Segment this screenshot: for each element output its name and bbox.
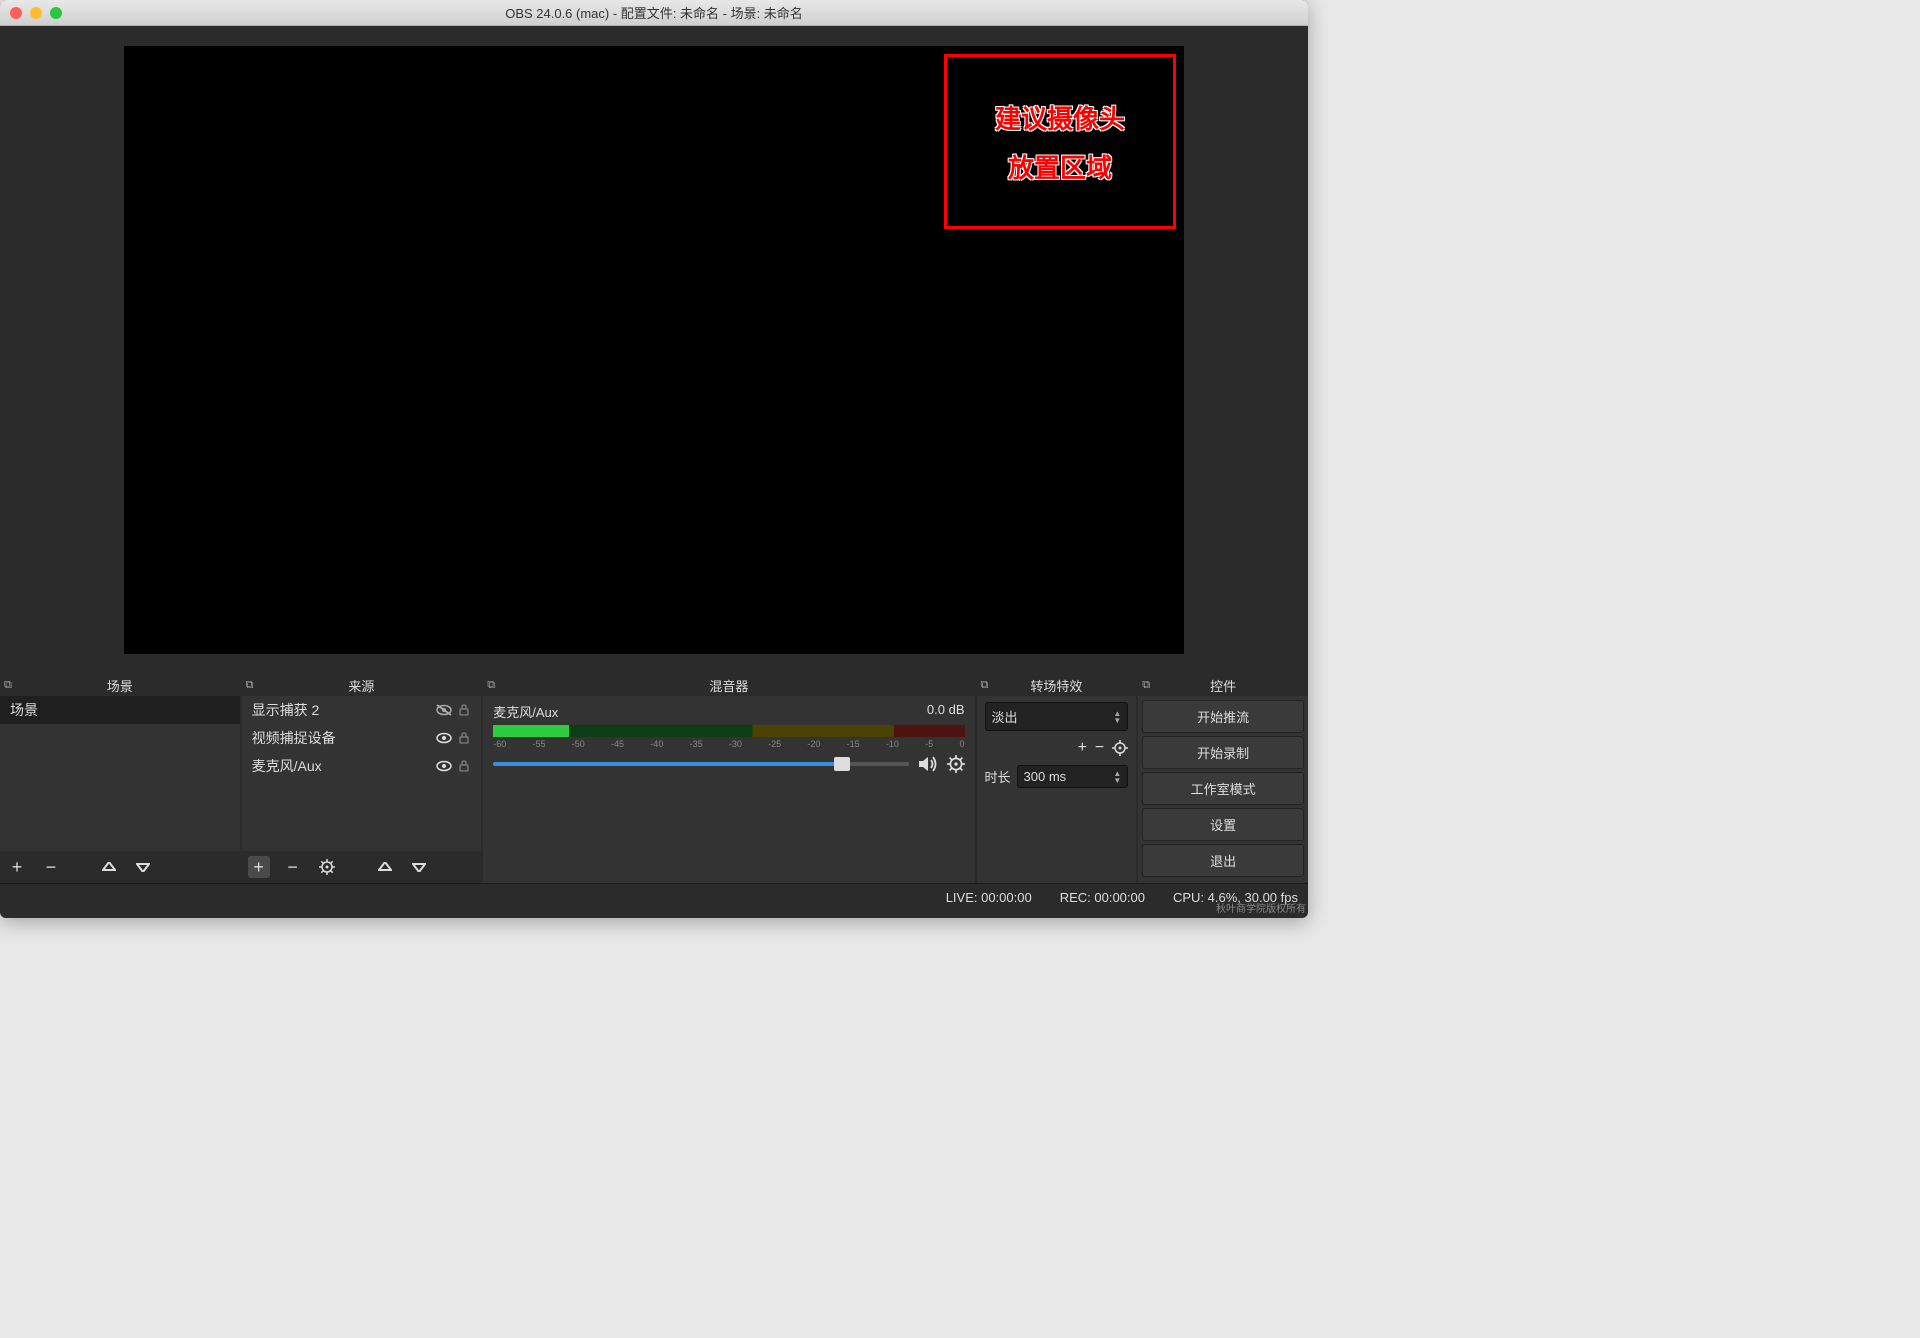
obs-window: OBS 24.0.6 (mac) - 配置文件: 未命名 - 场景: 未命名 建… [0,0,1308,918]
close-window-button[interactable] [10,7,22,19]
camera-hint-line2: 放置区域 [1008,148,1112,185]
mixer-scale: -60 -55 -50 -45 -40 -35 -30 -25 -20 -15 … [493,739,964,749]
mixer-volume-slider[interactable] [493,762,908,766]
remove-source-button[interactable]: − [282,856,304,878]
bottom-panels: ⧉ 场景 场景 + − ⧉ [0,674,1308,883]
window-titlebar: OBS 24.0.6 (mac) - 配置文件: 未命名 - 场景: 未命名 [0,0,1308,26]
scenes-toolbar: + − [0,851,240,883]
duration-input[interactable]: 300 ms ▲▼ [1017,765,1129,788]
move-source-down-button[interactable] [408,856,430,878]
eye-icon[interactable] [435,759,453,773]
sources-list[interactable]: 显示捕获 2 视频捕捉设备 [242,696,482,851]
mixer-panel: ⧉ 混音器 麦克风/Aux 0.0 dB -60 -55 -50 [483,674,974,883]
spinner-icon[interactable]: ▲▼ [1113,770,1121,784]
add-transition-button[interactable]: + [1078,739,1087,757]
window-title: OBS 24.0.6 (mac) - 配置文件: 未命名 - 场景: 未命名 [8,3,1300,22]
start-streaming-button[interactable]: 开始推流 [1142,700,1304,733]
move-source-up-button[interactable] [374,856,396,878]
start-recording-button[interactable]: 开始录制 [1142,736,1304,769]
studio-mode-button[interactable]: 工作室模式 [1142,772,1304,805]
transitions-panel: ⧉ 转场特效 淡出 ▲▼ + − 时长 [977,674,1137,883]
status-rec: REC: 00:00:00 [1060,890,1145,905]
move-scene-up-button[interactable] [98,856,120,878]
mixer-level-meter [493,725,964,737]
preview-area: 建议摄像头 放置区域 [0,26,1308,674]
preview-canvas[interactable]: 建议摄像头 放置区域 [124,46,1184,654]
source-item[interactable]: 显示捕获 2 [242,696,482,724]
source-item[interactable]: 视频捕捉设备 [242,724,482,752]
popout-icon[interactable]: ⧉ [246,679,254,692]
gear-icon[interactable] [947,755,965,773]
watermark-text: 秋叶商学院版权所有 [1216,900,1306,915]
lock-icon[interactable] [457,759,471,773]
transition-select[interactable]: 淡出 ▲▼ [985,702,1129,731]
controls-panel: ⧉ 控件 开始推流 开始录制 工作室模式 设置 退出 [1138,674,1308,883]
camera-placement-hint: 建议摄像头 放置区域 [944,54,1176,229]
controls-panel-header: ⧉ 控件 [1138,674,1308,696]
speaker-icon[interactable] [917,755,939,773]
remove-transition-button[interactable]: − [1095,739,1104,757]
eye-hidden-icon[interactable] [435,703,453,717]
sources-toolbar: + − [242,851,482,883]
maximize-window-button[interactable] [50,7,62,19]
popout-icon[interactable]: ⧉ [1142,679,1150,692]
move-scene-down-button[interactable] [132,856,154,878]
eye-icon[interactable] [435,731,453,745]
lock-icon[interactable] [457,703,471,717]
mixer-channel-level: 0.0 dB [927,702,965,721]
popout-icon[interactable]: ⧉ [4,679,12,692]
mixer-channel: 麦克风/Aux 0.0 dB -60 -55 -50 -45 -40 -35 -… [483,696,974,779]
mixer-body: 麦克风/Aux 0.0 dB -60 -55 -50 -45 -40 -35 -… [483,696,974,883]
mixer-channel-name: 麦克风/Aux [493,702,558,721]
remove-scene-button[interactable]: − [40,856,62,878]
add-scene-button[interactable]: + [6,856,28,878]
traffic-lights [10,7,62,19]
status-live: LIVE: 00:00:00 [946,890,1032,905]
sources-panel: ⧉ 来源 显示捕获 2 视频捕捉设备 [242,674,482,883]
mixer-panel-header: ⧉ 混音器 [483,674,974,696]
controls-body: 开始推流 开始录制 工作室模式 设置 退出 [1138,696,1308,883]
spinner-icon: ▲▼ [1113,710,1121,724]
exit-button[interactable]: 退出 [1142,844,1304,877]
source-settings-button[interactable] [316,856,338,878]
minimize-window-button[interactable] [30,7,42,19]
scenes-panel: ⧉ 场景 场景 + − [0,674,240,883]
transitions-panel-header: ⧉ 转场特效 [977,674,1137,696]
duration-label: 时长 [985,767,1011,786]
scenes-list[interactable]: 场景 [0,696,240,851]
mixer-slider-thumb[interactable] [834,757,850,771]
sources-panel-header: ⧉ 来源 [242,674,482,696]
transitions-body: 淡出 ▲▼ + − 时长 300 ms [977,696,1137,883]
status-bar: LIVE: 00:00:00 REC: 00:00:00 CPU: 4.6%, … [0,883,1308,911]
lock-icon[interactable] [457,731,471,745]
scenes-panel-header: ⧉ 场景 [0,674,240,696]
settings-button[interactable]: 设置 [1142,808,1304,841]
popout-icon[interactable]: ⧉ [981,679,989,692]
popout-icon[interactable]: ⧉ [487,679,495,692]
scene-item[interactable]: 场景 [0,696,240,724]
source-item[interactable]: 麦克风/Aux [242,752,482,780]
transition-settings-button[interactable] [1112,740,1128,756]
camera-hint-line1: 建议摄像头 [995,99,1125,136]
add-source-button[interactable]: + [248,856,270,878]
